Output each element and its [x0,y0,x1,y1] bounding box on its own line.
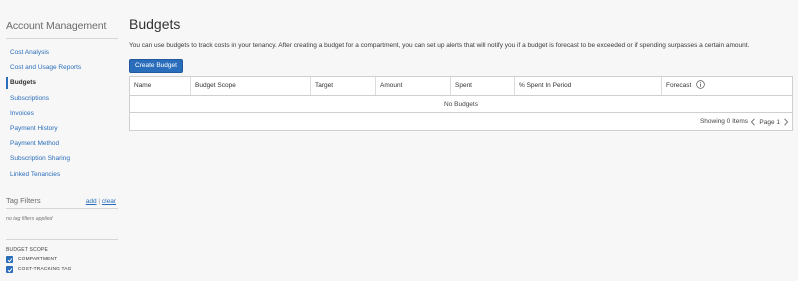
budgets-table: Name Budget Scope Target Amount Spent % … [129,76,793,131]
sidebar-divider [6,38,118,39]
sidebar-item-payment-history[interactable]: Payment History [0,121,118,136]
previous-page-button[interactable] [749,116,757,128]
sidebar-title: Account Management [6,20,107,32]
cost-tracking-tag-checkbox[interactable] [6,266,13,273]
forecast-header-label: Forecast [666,82,692,89]
checkmark-icon [7,257,12,262]
table-header: Name Budget Scope Target Amount Spent % … [130,77,792,96]
chevron-left-icon [751,118,756,126]
sidebar-item-payment-method[interactable]: Payment Method [0,136,118,151]
tag-filter-link-separator: | [98,198,101,205]
sidebar-item-cost-analysis[interactable]: Cost Analysis [0,45,118,60]
column-header-spent[interactable]: Spent [451,77,515,95]
compartment-checkbox[interactable] [6,256,13,263]
page-indicator: Page 1 [759,118,780,126]
budget-scope-option-cost-tracking-tag: COST-TRACKING TAG [6,265,72,274]
chevron-right-icon [784,118,789,126]
sidebar-item-subscription-sharing[interactable]: Subscription Sharing [0,151,118,166]
create-budget-button[interactable]: Create Budget [129,59,183,73]
sidebar-item-cost-and-usage-reports[interactable]: Cost and Usage Reports [0,60,118,75]
column-header-amount[interactable]: Amount [376,77,451,95]
item-count: Showing 0 Items [699,118,748,125]
column-header-target[interactable]: Target [311,77,376,95]
page-title: Budgets [129,16,181,32]
add-tag-filter-link[interactable]: add [86,198,97,205]
column-header-forecast[interactable]: Forecast [662,77,792,95]
page-description: You can use budgets to track costs in yo… [129,42,750,49]
sidebar-item-invoices[interactable]: Invoices [0,106,118,121]
tag-filters-empty-text: no tag filters applied [6,216,53,222]
sidebar-item-subscriptions[interactable]: Subscriptions [0,91,118,106]
tag-filters-title: Tag Filters [6,196,41,205]
pagination: Page 1 [749,115,790,129]
sidebar-item-budgets[interactable]: Budgets [0,75,118,90]
compartment-checkbox-label: COMPARTMENT [18,257,58,262]
table-empty-message: No Budgets [130,96,792,113]
next-page-button[interactable] [782,116,790,128]
table-footer: Showing 0 Items Page 1 [130,113,792,131]
tag-filters-actions: add | clear [86,198,116,205]
sidebar: Account Management Cost Analysis Cost an… [0,0,118,281]
cost-tracking-tag-checkbox-label: COST-TRACKING TAG [18,267,72,272]
column-header-name[interactable]: Name [130,77,191,95]
clear-tag-filters-link[interactable]: clear [102,198,116,205]
column-header-budget-scope[interactable]: Budget Scope [191,77,311,95]
budget-scope-option-compartment: COMPARTMENT [6,255,57,264]
info-icon[interactable] [696,80,705,89]
checkmark-icon [7,267,12,272]
budget-scope-divider [6,239,118,240]
sidebar-item-linked-tenancies[interactable]: Linked Tenancies [0,167,118,182]
budget-scope-label: BUDGET SCOPE [6,247,49,253]
tag-filters-divider [6,208,118,209]
sidebar-nav: Cost Analysis Cost and Usage Reports Bud… [0,45,118,182]
column-header-percent-spent[interactable]: % Spent In Period [515,77,662,95]
